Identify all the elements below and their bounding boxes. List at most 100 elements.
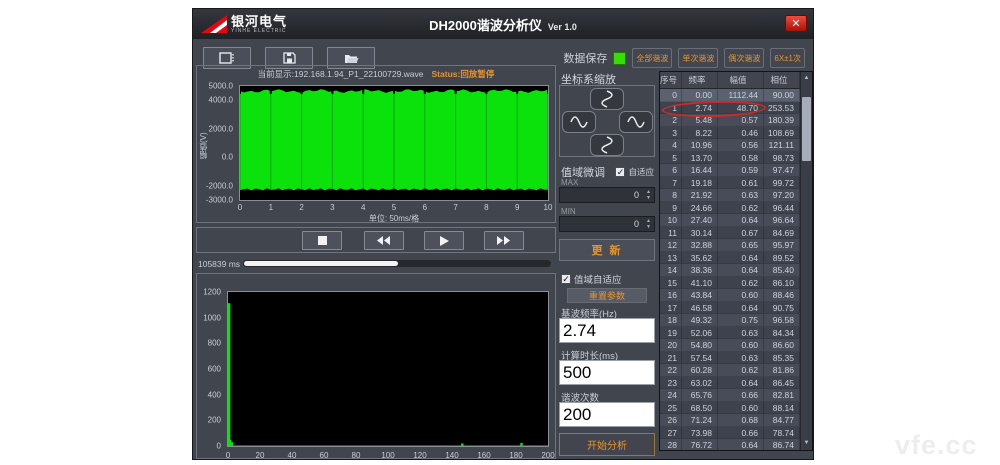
- table-row[interactable]: 719.180.6199.72: [660, 177, 812, 190]
- x-tick-label: 4: [361, 203, 365, 212]
- zoom-right-button[interactable]: [619, 111, 653, 133]
- min-spinner[interactable]: ▲▼: [646, 218, 651, 230]
- table-row[interactable]: 616.440.5997.47: [660, 164, 812, 177]
- table-row[interactable]: 410.960.56121.11: [660, 139, 812, 152]
- table-scrollbar[interactable]: ▲ ▼: [800, 72, 812, 450]
- progress-bar[interactable]: [243, 260, 551, 267]
- harmonic-table: 序号 频率 幅值 相位 00.001112.4490.0012.7448.702…: [659, 71, 813, 451]
- scroll-down-button[interactable]: ▼: [801, 438, 812, 449]
- waveform-y-ticks: 5000.04000.02000.00.0-2000.0-3000.0: [197, 86, 236, 200]
- table-row[interactable]: 1027.400.6496.64: [660, 214, 812, 227]
- min-input[interactable]: 0 ▲▼: [559, 216, 655, 232]
- table-cell: 0.64: [718, 252, 764, 265]
- close-icon: ✕: [791, 17, 800, 30]
- harmonic-count-input[interactable]: [559, 402, 655, 427]
- fast-forward-button[interactable]: [484, 231, 524, 250]
- fund-freq-input[interactable]: [559, 318, 655, 343]
- waveform-header: 当前显示:192.168.1.94_P1_22100729.wave Statu…: [197, 68, 555, 80]
- table-cell: 17: [660, 302, 682, 315]
- table-row[interactable]: 2876.720.6486.74: [660, 439, 812, 451]
- brand-logo-icon: [201, 15, 227, 33]
- table-cell: 13.70: [682, 152, 718, 165]
- table-row[interactable]: 1849.320.7596.58: [660, 314, 812, 327]
- y-tick-label: -2000.0: [206, 181, 233, 190]
- spectrum-y-ticks: 020040060080010001200: [197, 292, 224, 446]
- table-row[interactable]: 1541.100.6286.10: [660, 277, 812, 290]
- table-row[interactable]: 1232.880.6595.97: [660, 239, 812, 252]
- start-analysis-button[interactable]: 开始分析: [559, 433, 655, 456]
- table-cell: 0.59: [718, 164, 764, 177]
- rewind-icon: [377, 236, 391, 245]
- table-row[interactable]: 924.660.6296.44: [660, 202, 812, 215]
- zoom-up-button[interactable]: [590, 88, 624, 110]
- 6x1-harmonics-button[interactable]: 6X±1次: [770, 48, 805, 68]
- y-tick-label: 600: [208, 365, 221, 374]
- table-row[interactable]: 00.001112.4490.00: [660, 89, 812, 102]
- table-row[interactable]: 1335.620.6489.52: [660, 252, 812, 265]
- table-row[interactable]: 1952.060.6384.34: [660, 327, 812, 340]
- table-row[interactable]: 2363.020.6486.45: [660, 377, 812, 390]
- folder-icon: [344, 53, 359, 64]
- table-cell: 0.63: [718, 189, 764, 202]
- table-row[interactable]: 12.7448.70253.53: [660, 102, 812, 115]
- spectrum-plot: [227, 291, 549, 447]
- table-cell: 18: [660, 314, 682, 327]
- table-row[interactable]: 2054.800.6086.60: [660, 339, 812, 352]
- rewind-button[interactable]: [364, 231, 404, 250]
- update-button[interactable]: 更 新: [559, 239, 655, 261]
- col-header-index: 序号: [660, 72, 682, 88]
- max-spinner[interactable]: ▲▼: [646, 189, 651, 201]
- stop-icon: [318, 236, 327, 245]
- table-cell: 86.10: [764, 277, 800, 290]
- table-row[interactable]: 1130.140.6784.69: [660, 227, 812, 240]
- play-button[interactable]: [424, 231, 464, 250]
- min-value: 0: [634, 219, 639, 229]
- table-cell: 25: [660, 402, 682, 415]
- harmonic-table-rows: 00.001112.4490.0012.7448.70253.5325.480.…: [660, 89, 812, 451]
- app-title: DH2000谐波分析仪: [429, 15, 542, 34]
- elapsed-time-label: 105839 ms: [198, 259, 240, 269]
- all-harmonics-button[interactable]: 全部谐波: [632, 48, 672, 68]
- adaptive-checkbox[interactable]: ✓: [615, 167, 625, 177]
- range-adaptive-checkbox[interactable]: ✓: [561, 274, 571, 284]
- table-row[interactable]: 2260.280.6281.86: [660, 364, 812, 377]
- single-harmonic-button[interactable]: 单次谐波: [678, 48, 718, 68]
- scrollbar-thumb[interactable]: [802, 97, 811, 161]
- x-tick-label: 20: [256, 451, 265, 460]
- table-cell: 0: [660, 89, 682, 102]
- table-row[interactable]: 2773.980.6678.74: [660, 427, 812, 440]
- table-cell: 86.74: [764, 439, 800, 451]
- table-cell: 0.66: [718, 389, 764, 402]
- reset-params-button[interactable]: 重置参数: [567, 288, 647, 303]
- even-harmonics-button[interactable]: 偶次谐波: [724, 48, 764, 68]
- table-row[interactable]: 38.220.46108.69: [660, 127, 812, 140]
- zoom-left-button[interactable]: [562, 111, 596, 133]
- stop-button[interactable]: [302, 231, 342, 250]
- max-input[interactable]: 0 ▲▼: [559, 187, 655, 203]
- table-cell: 5.48: [682, 114, 718, 127]
- table-row[interactable]: 1438.360.6485.40: [660, 264, 812, 277]
- spectrum-svg: [228, 292, 548, 446]
- table-cell: 71.24: [682, 414, 718, 427]
- close-button[interactable]: ✕: [785, 15, 807, 32]
- table-row[interactable]: 2671.240.6884.77: [660, 414, 812, 427]
- table-cell: 1: [660, 102, 682, 115]
- scroll-up-button[interactable]: ▲: [801, 73, 812, 84]
- table-cell: 0.60: [718, 402, 764, 415]
- table-row[interactable]: 2568.500.6088.14: [660, 402, 812, 415]
- table-row[interactable]: 821.920.6397.20: [660, 189, 812, 202]
- table-cell: 2: [660, 114, 682, 127]
- waveform-x-ticks: 012345678910: [240, 203, 548, 212]
- zoom-down-button[interactable]: [590, 134, 624, 156]
- table-row[interactable]: 1746.580.6490.75: [660, 302, 812, 315]
- table-cell: 90.00: [764, 89, 800, 102]
- table-row[interactable]: 25.480.57180.39: [660, 114, 812, 127]
- table-cell: 12: [660, 239, 682, 252]
- table-row[interactable]: 2465.760.6682.81: [660, 389, 812, 402]
- calc-time-input[interactable]: [559, 360, 655, 385]
- x-tick-label: 5: [392, 203, 396, 212]
- table-cell: 180.39: [764, 114, 800, 127]
- table-row[interactable]: 2157.540.6385.35: [660, 352, 812, 365]
- table-row[interactable]: 513.700.5898.73: [660, 152, 812, 165]
- table-row[interactable]: 1643.840.6088.46: [660, 289, 812, 302]
